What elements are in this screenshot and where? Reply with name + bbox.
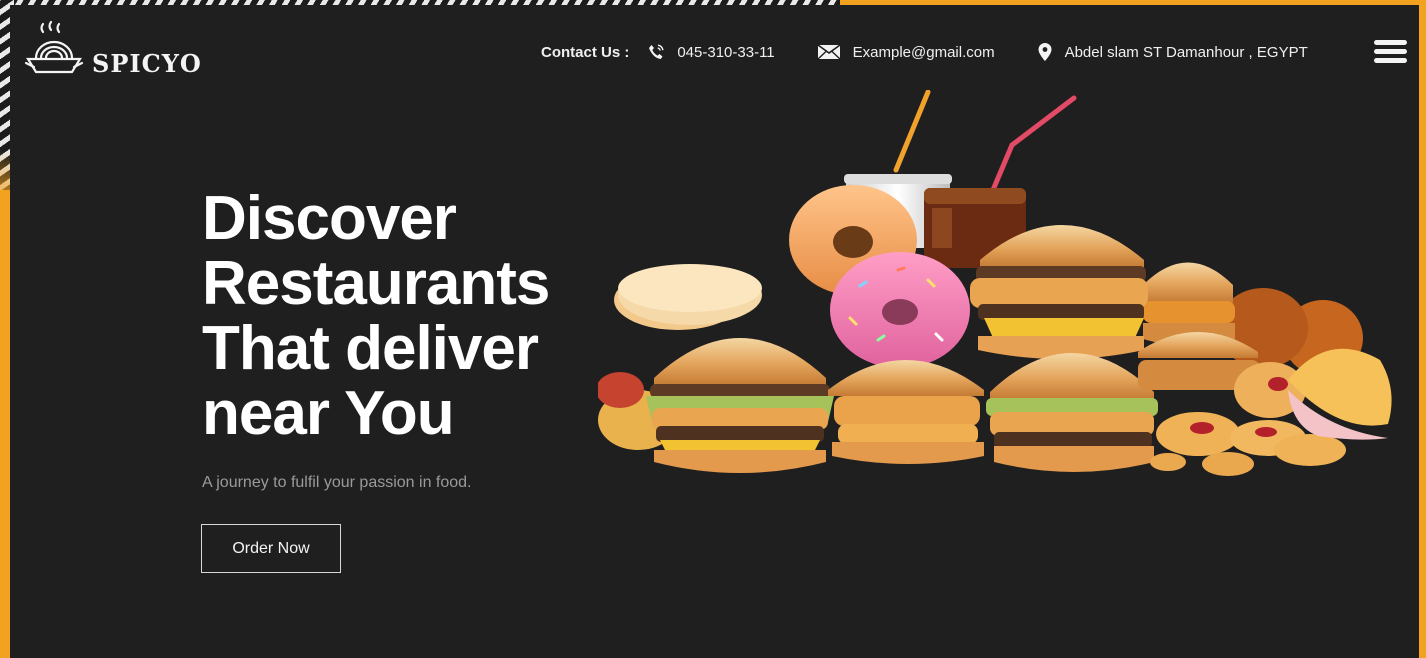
hamburger-menu-icon[interactable] (1374, 40, 1407, 65)
address-text: Abdel slam ST Damanhour , EGYPT (1064, 43, 1308, 61)
phone-icon (649, 44, 664, 59)
contact-label: Contact Us : (541, 43, 630, 61)
food-pile-image (598, 90, 1392, 476)
hero-title-line: near You (202, 379, 455, 448)
phone-link[interactable]: 045-310-33-11 (647, 43, 775, 61)
hero-title-line: Discover (202, 184, 457, 253)
contact-bar: Contact Us : 045-310-33-11 Example@gmail… (541, 42, 1308, 62)
hero-title-line: That deliver (202, 314, 539, 383)
hero-title-line: Restaurants (202, 249, 550, 318)
location-pin-icon (1038, 43, 1052, 61)
bowl-steam-icon (24, 20, 84, 74)
address-link[interactable]: Abdel slam ST Damanhour , EGYPT (1037, 42, 1308, 62)
email-link[interactable]: Example@gmail.com (817, 44, 995, 61)
brand-name: SPICYO (92, 49, 202, 78)
email-address: Example@gmail.com (852, 43, 995, 61)
brand-logo[interactable]: SPICYO (22, 20, 202, 80)
hero-title: Discover Restaurants That deliver near Y… (202, 184, 550, 448)
mail-icon (817, 44, 841, 60)
hero-tagline: A journey to fulfil your passion in food… (202, 474, 472, 491)
phone-number: 045-310-33-11 (677, 43, 775, 61)
order-now-button[interactable]: Order Now (201, 524, 341, 573)
